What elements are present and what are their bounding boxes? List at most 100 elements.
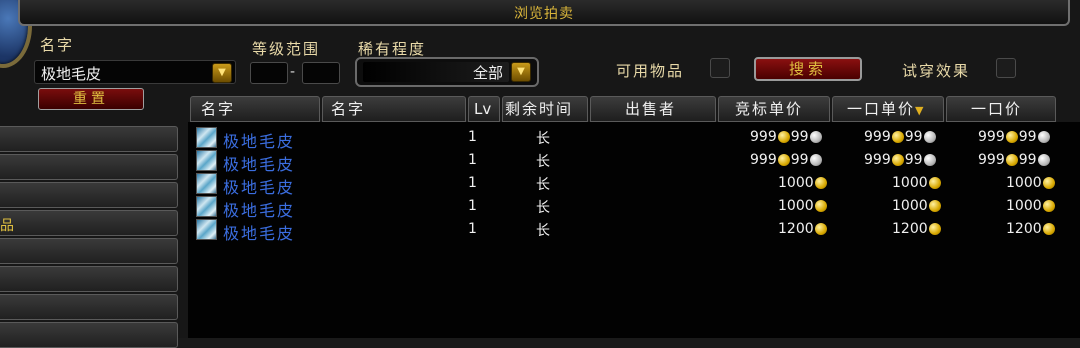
item-level: 1 [468,129,477,145]
bid-price: 999 99 [750,129,823,149]
reset-button[interactable]: 重置 [38,88,144,110]
item-time-left: 长 [536,131,550,147]
gold-coin-icon [891,131,904,143]
category-item[interactable] [0,126,178,152]
silver-coin-icon [1037,131,1050,143]
category-item[interactable] [0,238,178,264]
item-level: 1 [468,175,477,191]
item-name[interactable]: 极地毛皮 [223,220,295,244]
gold-coin-icon [777,154,790,166]
column-header-level[interactable]: Lv [468,96,500,122]
name-dropdown-button[interactable]: ▼ [212,63,232,83]
rarity-label: 稀有程度 [358,40,427,58]
sort-arrow-icon: ▼ [915,104,926,117]
gold-coin-icon [814,223,827,235]
column-header-name[interactable]: 名字 [190,96,320,122]
bid-price: 1000 [778,198,828,218]
buyout-price: 1000 [1006,175,1056,195]
table-row[interactable]: 极地毛皮 1 长 999 99 999 99 999 99 [188,150,1080,175]
buyout-unit-price: 1000 [892,198,942,218]
item-name[interactable]: 极地毛皮 [223,197,295,221]
bid-price: 1200 [778,221,828,241]
buyout-unit-price: 1200 [892,221,942,241]
rarity-value: 全部 [472,64,503,82]
name-label: 名字 [40,36,75,54]
category-item[interactable]: 品 [0,210,178,236]
item-name[interactable]: 极地毛皮 [223,174,295,198]
name-search-value: 极地毛皮 [41,65,102,83]
auction-house-window: 浏览拍卖 名字 极地毛皮 ▼ 重置 等级范围 - 稀有程度 全部 ▼ 可用物品 … [0,0,1080,348]
rarity-dropdown-button[interactable]: ▼ [511,62,531,82]
gold-coin-icon [1042,200,1055,212]
gold-coin-icon [891,154,904,166]
item-time-left: 长 [536,200,550,216]
rarity-dropdown[interactable]: 全部 ▼ [355,57,539,87]
usable-items-checkbox[interactable] [710,58,730,78]
silver-coin-icon [923,154,936,166]
gold-coin-icon [1042,223,1055,235]
item-name[interactable]: 极地毛皮 [223,128,295,152]
table-row[interactable]: 极地毛皮 1 长 999 99 999 99 999 99 [188,127,1080,152]
item-level: 1 [468,221,477,237]
category-item[interactable] [0,154,178,180]
gold-coin-icon [928,200,941,212]
bid-price: 999 99 [750,152,823,172]
category-item[interactable] [0,182,178,208]
level-range-dash: - [290,64,296,80]
chevron-down-icon: ▼ [517,66,525,77]
buyout-unit-price: 999 99 [864,129,937,149]
silver-coin-icon [923,131,936,143]
buyout-price: 999 99 [978,152,1051,172]
preview-checkbox[interactable] [996,58,1016,78]
category-item[interactable] [0,266,178,292]
fur-item-icon[interactable] [196,219,217,240]
column-header-buyout[interactable]: 一口价 [946,96,1056,122]
column-header-time-left[interactable]: 剩余时间 [502,96,588,122]
gold-coin-icon [928,177,941,189]
search-button[interactable]: 搜索 [754,57,862,81]
buyout-price: 1200 [1006,221,1056,241]
gold-coin-icon [1042,177,1055,189]
category-item[interactable] [0,322,178,348]
title-bar: 浏览拍卖 [18,0,1070,26]
fur-item-icon[interactable] [196,196,217,217]
chevron-down-icon: ▼ [218,67,226,78]
max-level-input[interactable] [302,62,340,84]
item-level: 1 [468,152,477,168]
name-search-input[interactable]: 极地毛皮 ▼ [34,60,236,84]
item-time-left: 长 [536,223,550,239]
min-level-input[interactable] [250,62,288,84]
window-title: 浏览拍卖 [514,6,574,22]
table-row[interactable]: 极地毛皮 1 长 1200 1200 1200 [188,219,1080,244]
fur-item-icon[interactable] [196,173,217,194]
table-row[interactable]: 极地毛皮 1 长 1000 1000 1000 [188,173,1080,198]
item-time-left: 长 [536,154,550,170]
buyout-unit-price: 999 99 [864,152,937,172]
usable-items-label: 可用物品 [616,62,685,80]
fur-item-icon[interactable] [196,127,217,148]
table-row[interactable]: 极地毛皮 1 长 1000 1000 1000 [188,196,1080,221]
level-range-label: 等级范围 [252,40,321,58]
column-header-seller[interactable]: 出售者 [590,96,716,122]
gold-coin-icon [1005,131,1018,143]
gold-coin-icon [814,200,827,212]
results-list: 极地毛皮 1 长 999 99 999 99 999 99 极地毛皮 1 长 999 9… [188,122,1080,338]
bid-price: 1000 [778,175,828,195]
silver-coin-icon [809,154,822,166]
buyout-price: 1000 [1006,198,1056,218]
buyout-unit-price: 1000 [892,175,942,195]
gold-coin-icon [1005,154,1018,166]
item-time-left: 长 [536,177,550,193]
item-level: 1 [468,198,477,214]
column-header-buyout-unit[interactable]: 一口单价▼ [832,96,944,122]
gold-coin-icon [928,223,941,235]
preview-label: 试穿效果 [902,62,971,80]
silver-coin-icon [809,131,822,143]
column-header-bid-unit[interactable]: 竞标单价 [718,96,830,122]
item-name[interactable]: 极地毛皮 [223,151,295,175]
column-header-name-2[interactable]: 名字 [322,96,466,122]
fur-item-icon[interactable] [196,150,217,171]
buyout-price: 999 99 [978,129,1051,149]
category-item[interactable] [0,294,178,320]
gold-coin-icon [777,131,790,143]
